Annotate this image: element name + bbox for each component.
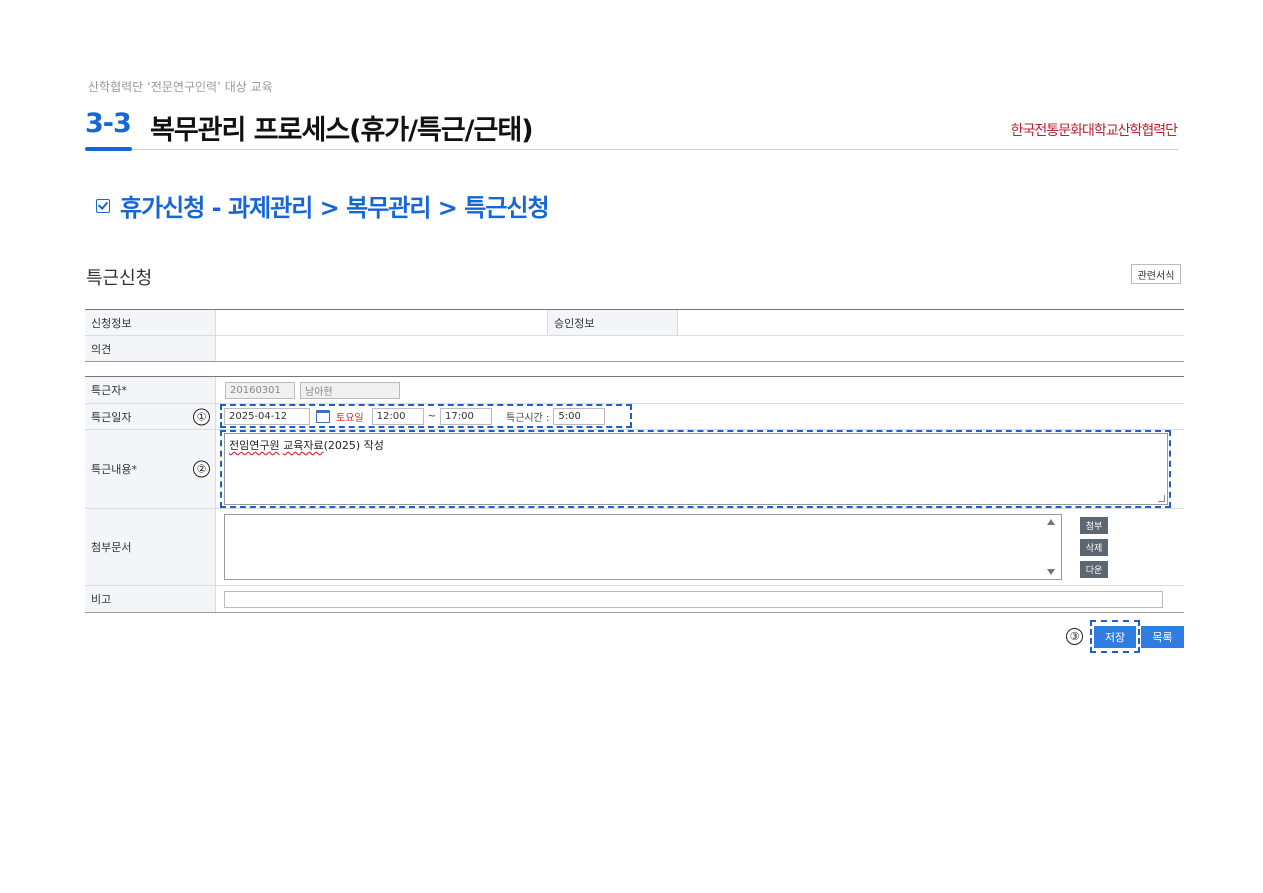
slide-subtitle: 산학협력단 ‘전문연구인력’ 대상 교육 xyxy=(88,80,273,94)
start-time-input[interactable]: 12:00 xyxy=(371,408,424,425)
approval-info-value xyxy=(678,310,1184,335)
date-label-text: 특근일자 xyxy=(91,410,132,424)
attachment-label: 첨부문서 xyxy=(85,509,216,585)
step-marker-2: ② xyxy=(193,460,210,478)
worker-name-field: 남아현 xyxy=(300,381,400,399)
delete-button[interactable]: 삭제 xyxy=(1080,538,1108,556)
application-info-value xyxy=(216,310,547,335)
content-text-part: 교육자료 xyxy=(283,439,324,452)
header-divider xyxy=(132,149,1178,150)
date-row: 특근일자 ① 2025-04-12 토요일 12:00 ~ 17:00 특근시간… xyxy=(85,404,1184,430)
remarks-row: 비고 xyxy=(85,586,1184,612)
section-number-underline xyxy=(85,147,132,151)
attachment-buttons: 첨부 삭제 다운 xyxy=(1080,516,1108,583)
end-time-input[interactable]: 17:00 xyxy=(440,408,492,425)
remarks-value xyxy=(216,586,1184,612)
related-forms-button[interactable]: 관련서식 xyxy=(1131,264,1181,284)
overtime-form-table: 특근자 * 20160301 남아현 특근일자 ① 2025-04-12 토요일 … xyxy=(85,376,1184,613)
scroll-up-icon[interactable] xyxy=(1047,519,1055,525)
section-number: 3-3 xyxy=(85,108,132,139)
opinion-row: 의견 xyxy=(85,336,1184,361)
section-title: 복무관리 프로세스(휴가/특근/근태) xyxy=(150,115,534,146)
application-info-table: 신청정보 승인정보 의견 xyxy=(85,309,1184,362)
remarks-input[interactable] xyxy=(224,590,1163,608)
content-label-text: 특근내용 xyxy=(91,463,132,476)
content-text-part: (2025) 작성 xyxy=(323,439,384,452)
approval-info-label: 승인정보 xyxy=(547,310,678,335)
save-button[interactable]: 저장 xyxy=(1094,626,1136,648)
application-info-row: 신청정보 승인정보 xyxy=(85,310,1184,336)
attachment-list[interactable] xyxy=(224,514,1062,580)
overtime-hours-label: 특근시간 : xyxy=(506,413,550,424)
download-button[interactable]: 다운 xyxy=(1080,560,1108,578)
worker-value: 20160301 남아현 xyxy=(216,377,1184,403)
step-marker-3: ③ xyxy=(1066,628,1083,645)
step-marker-1: ① xyxy=(193,408,210,425)
list-button[interactable]: 목록 xyxy=(1141,626,1184,648)
time-range-separator: ~ xyxy=(427,411,436,422)
attachment-row: 첨부문서 첨부 삭제 다운 xyxy=(85,509,1184,586)
resize-handle-icon[interactable] xyxy=(1158,495,1165,502)
content-textarea[interactable]: 전임연구원 교육자료(2025) 작성 xyxy=(224,433,1168,505)
form-title: 특근신청 xyxy=(86,268,153,289)
date-label: 특근일자 ① xyxy=(85,404,216,429)
overtime-hours-field[interactable]: 5:00 xyxy=(553,408,606,425)
worker-row: 특근자 * 20160301 남아현 xyxy=(85,377,1184,404)
bullet-heading: 휴가신청 - 과제관리 > 복무관리 > 특근신청 xyxy=(96,188,550,223)
content-label: 특근내용 * ② xyxy=(85,430,216,508)
calendar-icon[interactable] xyxy=(316,410,330,423)
content-value: 전임연구원 교육자료(2025) 작성 xyxy=(216,430,1184,508)
worker-label-text: 특근자 xyxy=(91,384,122,397)
bullet-heading-text: 휴가신청 - 과제관리 > 복무관리 > 특근신청 xyxy=(120,194,550,222)
date-value: 2025-04-12 토요일 12:00 ~ 17:00 특근시간 : 5:00 xyxy=(216,404,1184,429)
opinion-value xyxy=(216,336,1184,361)
application-info-label: 신청정보 xyxy=(85,310,216,335)
scroll-down-icon[interactable] xyxy=(1047,569,1055,575)
content-text-part: 전임연구원 xyxy=(229,439,280,452)
opinion-label: 의견 xyxy=(85,336,216,361)
content-row: 특근내용 * ② 전임연구원 교육자료(2025) 작성 xyxy=(85,430,1184,509)
date-input[interactable]: 2025-04-12 xyxy=(224,408,310,425)
organization-logo: 한국전통문화대학교산학협력단 xyxy=(1010,123,1178,139)
worker-label: 특근자 * xyxy=(85,377,216,403)
checkbox-icon xyxy=(96,198,110,213)
worker-id-field: 20160301 xyxy=(225,381,295,399)
remarks-label: 비고 xyxy=(85,586,216,612)
required-mark: * xyxy=(121,383,127,397)
attachment-value: 첨부 삭제 다운 xyxy=(216,509,1184,585)
attach-button[interactable]: 첨부 xyxy=(1080,516,1108,534)
day-of-week: 토요일 xyxy=(336,413,364,424)
required-mark: * xyxy=(131,462,137,476)
